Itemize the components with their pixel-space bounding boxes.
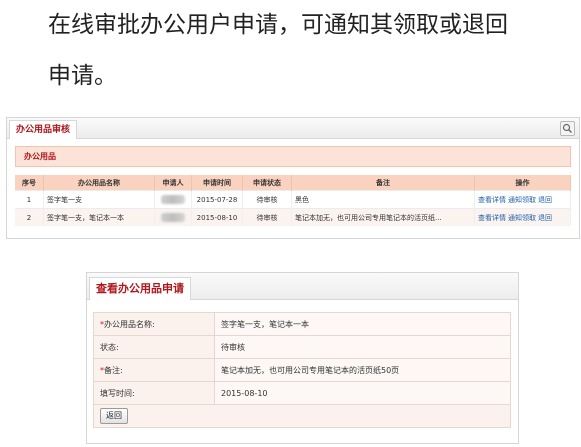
note: 黑色 bbox=[291, 190, 475, 209]
row-actions: 查看详情 通知领取 退回 bbox=[474, 190, 571, 209]
field-label-text: 备注: bbox=[104, 365, 123, 375]
status: 待审核 bbox=[242, 190, 292, 209]
form-row: 状态: 待审核 bbox=[93, 335, 511, 359]
applications-table: 序号 办公用品名称 申请人 申请时间 申请状态 备注 操作 1 签字笔一支 20… bbox=[15, 175, 571, 226]
item-name: 签字笔一支 bbox=[43, 190, 155, 209]
blurred-applicant-name bbox=[161, 213, 185, 222]
view-details-link[interactable]: 查看详情 bbox=[478, 214, 506, 222]
row-number: 2 bbox=[15, 208, 44, 226]
column-header: 备注 bbox=[291, 175, 475, 191]
approval-list-panel: 办公用品审核 办公用品 序号 办公用品名称 申请人 申请时间 申请状态 备注 操… bbox=[6, 117, 580, 239]
headline: 在线审批办公用户申请，可通知其领取或退回 申请。 bbox=[48, 0, 568, 102]
headline-line-2: 申请。 bbox=[48, 63, 117, 89]
notify-pickup-link[interactable]: 通知领取 bbox=[508, 214, 536, 222]
note: 笔记本加无，也可用公司专用笔记本的活页纸... bbox=[291, 208, 475, 226]
applicant bbox=[154, 208, 192, 226]
column-header: 操作 bbox=[474, 175, 571, 191]
field-label: *备注: bbox=[93, 358, 215, 382]
table-row: 1 签字笔一支 2015-07-28 待审核 黑色 查看详情 通知领取 退回 bbox=[15, 190, 571, 209]
column-header: 序号 bbox=[15, 175, 44, 191]
field-label-text: 状态: bbox=[100, 342, 119, 352]
application-detail-panel: 查看办公用品申请 *办公用品名称: 签字笔一支，笔记本一本 状态: 待审核 *备… bbox=[86, 272, 519, 444]
form-row: *办公用品名称: 签字笔一支，笔记本一本 bbox=[93, 312, 511, 336]
field-value-status: 待审核 bbox=[214, 335, 511, 359]
view-details-link[interactable]: 查看详情 bbox=[478, 196, 506, 204]
field-value-note: 笔记本加无，也可用公司专用笔记本的活页纸50页 bbox=[214, 358, 511, 382]
back-button[interactable]: 返回 bbox=[100, 408, 128, 424]
panel-titlebar: 办公用品审核 bbox=[7, 118, 579, 139]
office-supplies-section: 办公用品 序号 办公用品名称 申请人 申请时间 申请状态 备注 操作 1 签字笔… bbox=[15, 146, 571, 286]
column-header: 办公用品名称 bbox=[43, 175, 155, 191]
item-name: 签字笔一支，笔记本一本 bbox=[43, 208, 155, 226]
column-header: 申请时间 bbox=[191, 175, 243, 191]
button-row: 返回 bbox=[93, 404, 511, 428]
notify-pickup-link[interactable]: 通知领取 bbox=[508, 196, 536, 204]
field-label: *办公用品名称: bbox=[93, 312, 215, 336]
return-link[interactable]: 退回 bbox=[538, 214, 552, 222]
headline-line-1: 在线审批办公用户申请，可通知其领取或退回 bbox=[48, 12, 508, 38]
apply-date: 2015-08-10 bbox=[191, 208, 243, 226]
field-label: 状态: bbox=[93, 335, 215, 359]
row-number: 1 bbox=[15, 190, 44, 209]
table-row: 2 签字笔一支，笔记本一本 2015-08-10 待审核 笔记本加无，也可用公司… bbox=[15, 208, 571, 226]
detail-form: *办公用品名称: 签字笔一支，笔记本一本 状态: 待审核 *备注: 笔记本加无，… bbox=[93, 312, 511, 428]
panel-titlebar: 查看办公用品申请 bbox=[87, 273, 518, 300]
status: 待审核 bbox=[242, 208, 292, 226]
blurred-applicant-name bbox=[161, 195, 185, 204]
table-header: 序号 办公用品名称 申请人 申请时间 申请状态 备注 操作 bbox=[15, 175, 571, 191]
form-row: 填写时间: 2015-08-10 bbox=[93, 381, 511, 405]
tab-office-supplies-review[interactable]: 办公用品审核 bbox=[9, 120, 78, 139]
return-link[interactable]: 退回 bbox=[538, 196, 552, 204]
field-label-text: 填写时间: bbox=[100, 388, 135, 398]
column-header: 申请人 bbox=[154, 175, 192, 191]
field-value-item-name: 签字笔一支，笔记本一本 bbox=[214, 312, 511, 336]
field-value-fill-time: 2015-08-10 bbox=[214, 381, 511, 405]
section-title: 办公用品 bbox=[15, 146, 571, 167]
applicant bbox=[154, 190, 192, 209]
apply-date: 2015-07-28 bbox=[191, 190, 243, 209]
column-header: 申请状态 bbox=[242, 175, 292, 191]
search-icon[interactable] bbox=[560, 121, 575, 136]
row-actions: 查看详情 通知领取 退回 bbox=[474, 208, 571, 226]
field-label-text: 办公用品名称: bbox=[104, 319, 155, 329]
field-label: 填写时间: bbox=[93, 381, 215, 405]
tab-view-application[interactable]: 查看办公用品申请 bbox=[89, 277, 191, 300]
form-row: *备注: 笔记本加无，也可用公司专用笔记本的活页纸50页 bbox=[93, 358, 511, 382]
form-row: 返回 bbox=[93, 404, 511, 428]
